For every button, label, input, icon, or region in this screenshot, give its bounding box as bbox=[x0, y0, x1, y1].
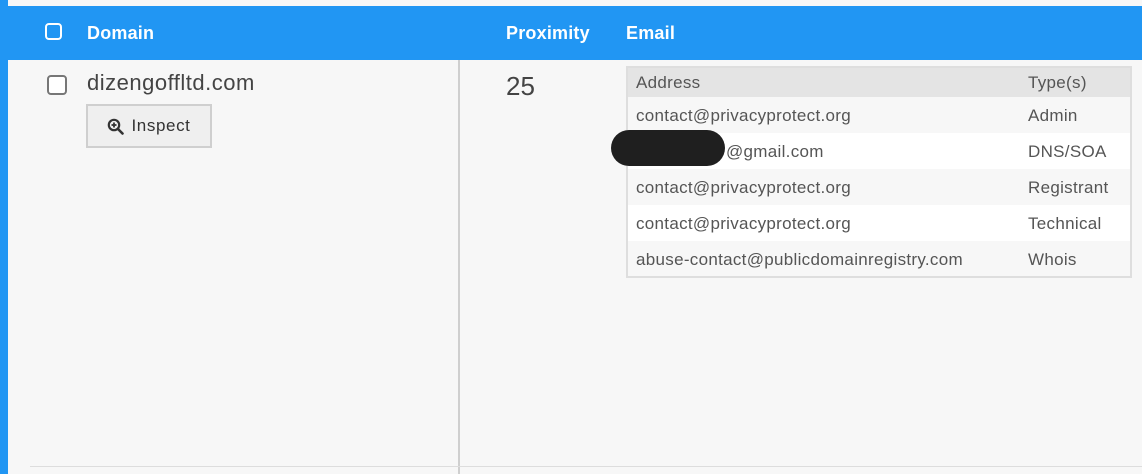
email-address: @gmail.com bbox=[726, 142, 824, 161]
table-header: Domain Proximity Email bbox=[8, 6, 1142, 60]
email-table: Address Type(s) contact@privacyprotect.o… bbox=[626, 66, 1132, 278]
magnify-plus-icon bbox=[107, 118, 125, 135]
left-accent-rail bbox=[0, 0, 8, 474]
domain-name: dizengoffltd.com bbox=[87, 70, 255, 95]
email-column-address: Address bbox=[636, 73, 701, 92]
column-header-email[interactable]: Email bbox=[626, 23, 675, 44]
column-header-proximity[interactable]: Proximity bbox=[506, 23, 590, 44]
email-type: Whois bbox=[1028, 250, 1077, 269]
proximity-value: 25 bbox=[506, 71, 535, 101]
email-address: contact@privacyprotect.org bbox=[636, 178, 851, 197]
table-row: contact@privacyprotect.org Technical bbox=[628, 205, 1130, 241]
email-type: Technical bbox=[1028, 214, 1102, 233]
email-address: contact@privacyprotect.org bbox=[636, 214, 851, 233]
email-type: Admin bbox=[1028, 106, 1078, 125]
column-header-domain[interactable]: Domain bbox=[87, 23, 154, 44]
table-row: abuse-contact@publicdomainregistry.com W… bbox=[628, 241, 1130, 276]
email-column-types: Type(s) bbox=[1028, 73, 1087, 92]
column-divider bbox=[458, 60, 460, 474]
email-table-header: Address Type(s) bbox=[628, 68, 1130, 97]
table-row: contact@privacyprotect.org Admin bbox=[628, 97, 1130, 133]
email-address: contact@privacyprotect.org bbox=[636, 106, 851, 125]
select-all-checkbox[interactable] bbox=[45, 23, 62, 40]
email-type: DNS/SOA bbox=[1028, 142, 1107, 161]
inspect-button-label: Inspect bbox=[131, 116, 191, 135]
row-bottom-border bbox=[30, 466, 1142, 467]
row-select-checkbox[interactable] bbox=[47, 75, 67, 95]
redaction-mark bbox=[611, 130, 725, 166]
inspect-button[interactable]: Inspect bbox=[86, 104, 212, 148]
email-address: abuse-contact@publicdomainregistry.com bbox=[636, 250, 963, 269]
table-row: contact@privacyprotect.org Registrant bbox=[628, 169, 1130, 205]
email-type: Registrant bbox=[1028, 178, 1109, 197]
